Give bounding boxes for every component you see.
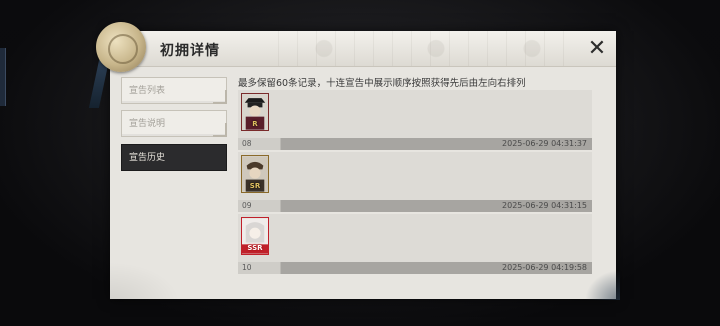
- history-entry: SSR 10 2025-06-29 04:19:58: [238, 214, 592, 274]
- tab-declaration-list[interactable]: 宣告列表: [121, 77, 227, 104]
- entry-timestamp: 2025-06-29 04:31:15: [502, 201, 587, 210]
- rank-badge: SSR: [247, 244, 263, 252]
- tab-declaration-history[interactable]: 宣告历史: [121, 144, 227, 171]
- corner-decoration: [110, 262, 180, 302]
- tab-declaration-info[interactable]: 宣告说明: [121, 110, 227, 137]
- history-list[interactable]: R 08 2025-06-29 04:31:37 SR 09 2025-06-2…: [238, 90, 592, 290]
- corner-decoration: [585, 270, 620, 300]
- character-portrait-icon[interactable]: SSR: [241, 217, 269, 255]
- rank-badge: R: [252, 120, 258, 128]
- side-edge-tab[interactable]: [0, 48, 6, 106]
- character-portrait-icon[interactable]: SR: [241, 155, 269, 193]
- entry-card-row: SSR: [238, 214, 592, 262]
- history-entry: SR 09 2025-06-29 04:31:15: [238, 152, 592, 212]
- entry-number: 09: [242, 201, 252, 210]
- character-portrait-icon[interactable]: R: [241, 93, 269, 131]
- entry-card-row: SR: [238, 152, 592, 200]
- header-ornament: [260, 31, 580, 66]
- dialog-title: 初拥详情: [160, 43, 220, 59]
- close-icon[interactable]: ✕: [585, 37, 609, 61]
- entry-timestamp: 2025-06-29 04:31:37: [502, 139, 587, 148]
- wax-seal-icon: [96, 22, 146, 72]
- history-notice: 最多保留60条记录，十连宣告中展示顺序按照获得先后由左向右排列: [238, 78, 526, 89]
- history-entry: R 08 2025-06-29 04:31:37: [238, 90, 592, 150]
- rank-badge: SR: [249, 182, 261, 190]
- entry-timestamp: 2025-06-29 04:19:58: [502, 263, 587, 272]
- entry-number: 10: [242, 263, 252, 272]
- entry-number: 08: [242, 139, 252, 148]
- entry-card-row: R: [238, 90, 592, 138]
